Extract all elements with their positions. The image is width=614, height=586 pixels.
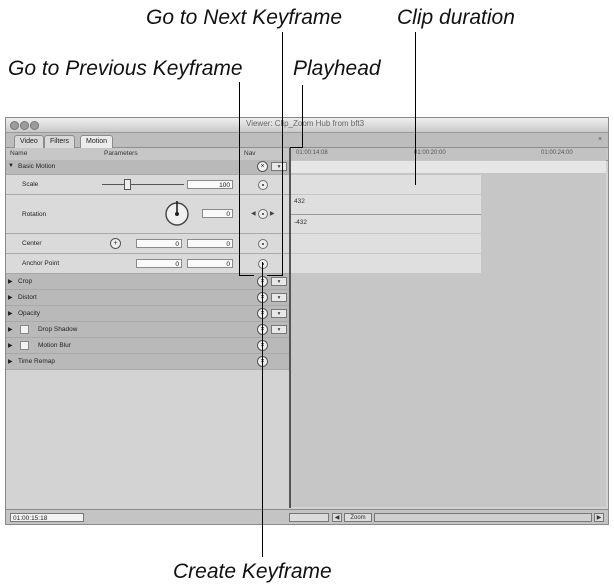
center-x-field[interactable]: 0: [136, 239, 182, 248]
scale-row: Scale 100: [6, 175, 289, 195]
anchor-point-track: [291, 254, 481, 273]
section-label: Crop: [18, 278, 33, 285]
scroll-right-arrow-icon[interactable]: ▶: [594, 513, 604, 522]
center-track: [291, 234, 481, 253]
ruler-timecode: 01:00:24:00: [541, 150, 573, 156]
disclosure-closed-icon[interactable]: ▶: [8, 278, 13, 285]
current-timecode-field[interactable]: 01:00:15:18: [10, 513, 84, 522]
section-row-drop-shadow[interactable]: ▶ Drop Shadow × ▾: [6, 322, 289, 338]
rotation-label: Rotation: [22, 211, 47, 218]
callout-clip-duration: Clip duration: [397, 6, 515, 29]
section-row-distort[interactable]: ▶ Distort × ▾: [6, 290, 289, 306]
viewer-window: Viewer: Clip_Zoom Hub from bft3 Video Fi…: [5, 117, 609, 525]
anchor-y-field[interactable]: 0: [187, 259, 233, 268]
scale-slider-thumb[interactable]: [124, 179, 131, 190]
disclosure-closed-icon[interactable]: ▶: [8, 342, 13, 349]
disclosure-closed-icon[interactable]: ▶: [8, 294, 13, 301]
callout-playhead: Playhead: [293, 57, 381, 80]
section-label: Distort: [18, 294, 37, 301]
basic-motion-row[interactable]: ▼ Basic Motion × ▾: [6, 160, 289, 175]
keyframe-popup-icon[interactable]: ▾: [271, 293, 287, 302]
zoom-left-arrow-icon[interactable]: ◀: [332, 513, 342, 522]
create-keyframe-icon[interactable]: [258, 259, 268, 269]
disclosure-open-icon[interactable]: ▼: [8, 163, 14, 169]
create-keyframe-icon[interactable]: [258, 209, 268, 219]
keyframe-popup-icon[interactable]: ▾: [271, 162, 287, 171]
section-row-time-remap[interactable]: ▶ Time Remap ×: [6, 354, 289, 370]
create-keyframe-icon[interactable]: [258, 239, 268, 249]
keyframe-nav-group: ◀ ▶: [251, 209, 275, 219]
minimize-window-icon[interactable]: [20, 121, 29, 130]
zoom-window-icon[interactable]: [30, 121, 39, 130]
disclosure-closed-icon[interactable]: ▶: [8, 310, 13, 317]
prev-keyframe-icon[interactable]: ◀: [251, 210, 256, 217]
zoom-slider[interactable]: [289, 513, 329, 522]
ruler-timecode: 01:00:20:00: [414, 150, 446, 156]
basic-motion-track: [291, 161, 606, 173]
disclosure-closed-icon[interactable]: ▶: [8, 326, 13, 333]
create-keyframe-icon[interactable]: [258, 180, 268, 190]
keyframe-popup-icon[interactable]: ▾: [271, 277, 287, 286]
callout-create-keyframe: Create Keyframe: [173, 560, 332, 583]
leader-line-prev-keyframe-foot: [239, 275, 254, 276]
center-y-field[interactable]: 0: [187, 239, 233, 248]
section-row-opacity[interactable]: ▶ Opacity × ▾: [6, 306, 289, 322]
enable-checkbox[interactable]: [20, 325, 29, 334]
close-tab-icon[interactable]: ×: [598, 136, 606, 144]
leader-line-playhead-foot: [290, 147, 303, 148]
window-title: Viewer: Clip_Zoom Hub from bft3: [246, 119, 365, 128]
title-bar: Viewer: Clip_Zoom Hub from bft3: [6, 118, 608, 133]
section-row-crop[interactable]: ▶ Crop × ▾: [6, 274, 289, 290]
center-label: Center: [22, 240, 42, 247]
rotation-dial-icon[interactable]: [162, 199, 192, 229]
rotation-curve-min: -432: [294, 219, 308, 226]
tab-motion[interactable]: Motion: [80, 135, 114, 148]
section-label: Time Remap: [18, 358, 55, 365]
enable-checkbox[interactable]: [20, 341, 29, 350]
anchor-x-field[interactable]: 0: [136, 259, 182, 268]
tab-bar: Video Filters Motion ×: [6, 133, 608, 148]
rotation-value-field[interactable]: 0: [202, 209, 233, 218]
keyframe-popup-icon[interactable]: ▾: [271, 309, 287, 318]
leader-line-create-keyframe: [262, 262, 263, 557]
section-label: Opacity: [18, 310, 41, 317]
reset-x-icon[interactable]: ×: [257, 161, 268, 172]
column-header-parameters: Parameters: [104, 150, 138, 157]
rotation-row: Rotation 0 ◀ ▶: [6, 195, 289, 234]
leader-line-prev-keyframe: [239, 82, 240, 276]
center-point-picker-icon[interactable]: +: [110, 238, 121, 249]
scale-value-field[interactable]: 100: [187, 180, 233, 189]
zoom-control[interactable]: Zoom: [344, 513, 372, 522]
rotation-curve-max: 432: [294, 198, 305, 205]
callout-prev-keyframe: Go to Previous Keyframe: [8, 57, 243, 80]
keyframe-popup-icon[interactable]: ▾: [271, 325, 287, 334]
tab-video[interactable]: Video: [14, 135, 44, 148]
column-header-name: Name: [10, 150, 28, 157]
tab-filters[interactable]: Filters: [44, 135, 76, 148]
playhead[interactable]: [289, 148, 291, 508]
clip-duration-bar: [291, 175, 481, 194]
anchor-point-row: Anchor Point 0 0: [6, 254, 289, 274]
next-keyframe-icon[interactable]: ▶: [270, 210, 275, 217]
disclosure-closed-icon[interactable]: ▶: [8, 358, 13, 365]
leader-line-next-keyframe: [282, 32, 283, 276]
basic-motion-label: Basic Motion: [18, 163, 56, 170]
scale-slider[interactable]: [102, 184, 184, 185]
section-label: Motion Blur: [38, 342, 71, 349]
section-label: Drop Shadow: [38, 326, 78, 333]
ruler-timecode: 01:00:14:08: [296, 150, 328, 156]
leader-line-clip-duration: [415, 32, 416, 185]
leader-line-next-keyframe-foot: [267, 275, 283, 276]
scale-label: Scale: [22, 181, 39, 188]
column-header-nav: Nav: [244, 150, 256, 157]
rotation-curve-line: [291, 214, 481, 215]
leader-line-playhead: [302, 85, 303, 148]
scroll-track[interactable]: [374, 513, 592, 522]
close-window-icon[interactable]: [10, 121, 19, 130]
anchor-point-label: Anchor Point: [22, 260, 60, 267]
bottom-bar: 01:00:15:18 ◀ Zoom ▶: [6, 509, 608, 524]
callout-next-keyframe: Go to Next Keyframe: [146, 6, 343, 29]
center-row: Center + 0 0: [6, 234, 289, 254]
section-row-motion-blur[interactable]: ▶ Motion Blur ×: [6, 338, 289, 354]
